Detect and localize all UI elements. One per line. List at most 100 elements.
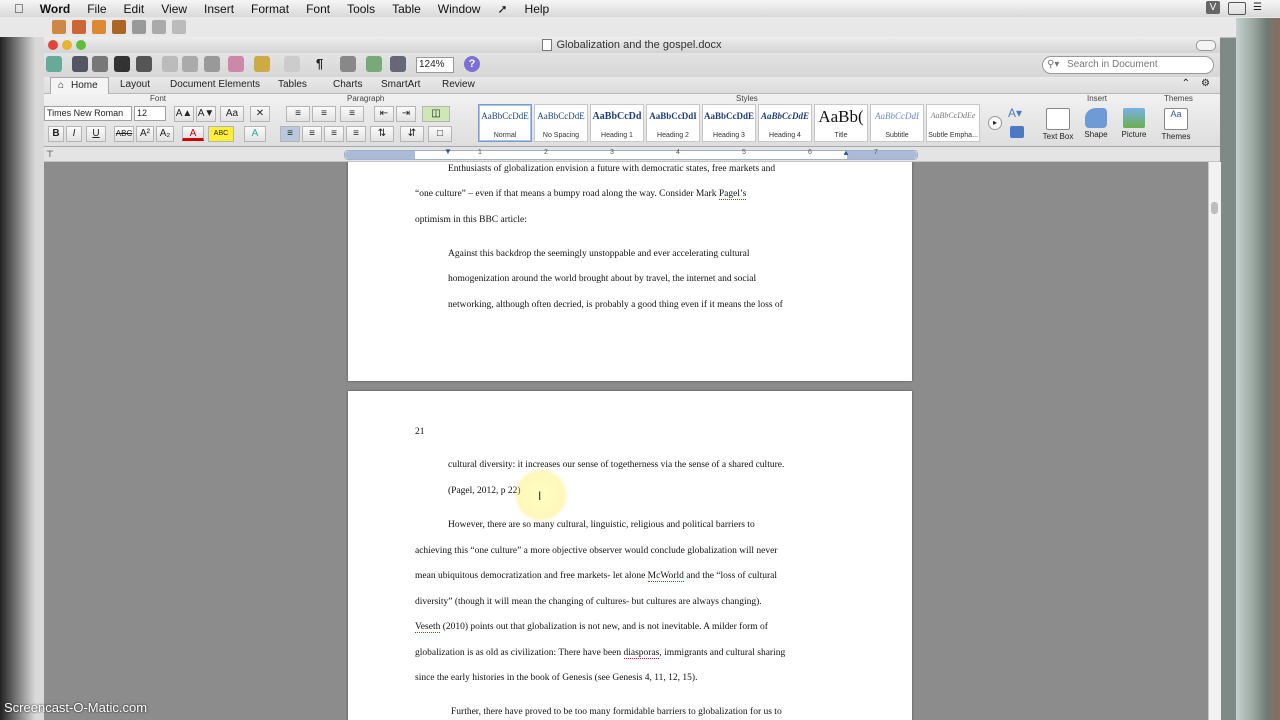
- indent-marker[interactable]: ▼: [444, 147, 452, 156]
- tab-layout[interactable]: Layout: [120, 78, 150, 92]
- clear-formatting-icon[interactable]: ✕: [250, 106, 270, 122]
- battery-icon[interactable]: [1228, 2, 1246, 15]
- font-color-button[interactable]: A: [182, 126, 204, 141]
- styles-pane-icon[interactable]: A▾: [1008, 106, 1028, 122]
- style-no-spacing[interactable]: AaBbCcDdE No Spacing: [534, 104, 588, 142]
- style-subtitle[interactable]: AaBbCcDdI Subtitle: [870, 104, 924, 142]
- justify-button[interactable]: ≡: [346, 126, 366, 142]
- launch-app-icon-6[interactable]: [152, 20, 166, 34]
- menu-format[interactable]: Format: [243, 2, 298, 16]
- menu-app-name[interactable]: Word: [32, 2, 79, 16]
- document-canvas[interactable]: Enthusiasts of globalization envision a …: [44, 162, 1208, 720]
- bullets-icon[interactable]: ≡: [286, 106, 310, 122]
- style-subtle-emphasis[interactable]: AaBbCcDdEe Subtle Empha...: [926, 104, 980, 142]
- menu-edit[interactable]: Edit: [116, 2, 154, 16]
- new-from-template-icon[interactable]: [46, 56, 62, 72]
- text-effects-button[interactable]: A: [244, 126, 266, 142]
- launch-app-icon-3[interactable]: [92, 20, 106, 34]
- menu-tools[interactable]: Tools: [339, 2, 384, 16]
- grow-font-icon[interactable]: A▲: [174, 106, 194, 122]
- launch-app-icon-4[interactable]: [112, 20, 126, 34]
- align-right-button[interactable]: ≡: [324, 126, 344, 142]
- style-normal[interactable]: AaBbCcDdE Normal: [478, 104, 532, 142]
- menu-help[interactable]: Help: [517, 2, 559, 16]
- menu-file[interactable]: File: [79, 2, 115, 16]
- new-document-icon[interactable]: [92, 56, 108, 72]
- zoom-select[interactable]: 124%: [416, 57, 454, 73]
- style-title[interactable]: AaBb(Title: [814, 104, 868, 142]
- align-center-button[interactable]: ≡: [302, 126, 322, 142]
- align-left-button[interactable]: ≡: [280, 126, 300, 142]
- style-heading-2[interactable]: AaBbCcDdI Heading 2: [646, 104, 700, 142]
- cut-icon[interactable]: [162, 56, 178, 72]
- increase-indent-icon[interactable]: ⇥: [396, 106, 416, 122]
- title-bar[interactable]: Globalization and the gospel.docx: [44, 37, 1220, 53]
- tab-review[interactable]: Review: [442, 78, 475, 92]
- menu-insert[interactable]: Insert: [196, 2, 243, 16]
- manage-styles-icon[interactable]: [1010, 126, 1024, 138]
- menu-view[interactable]: View: [153, 2, 196, 16]
- collapse-ribbon-icon[interactable]: ⌃: [1182, 78, 1190, 89]
- tab-document-elements[interactable]: Document Elements: [170, 78, 260, 92]
- font-size-select[interactable]: 12: [134, 106, 166, 121]
- tab-tables[interactable]: Tables: [278, 78, 307, 92]
- ribbon-settings-icon[interactable]: ⚙: [1201, 78, 1210, 89]
- wifi-icon[interactable]: ☰: [1253, 2, 1262, 13]
- sidebar-icon[interactable]: [340, 56, 356, 72]
- bold-button[interactable]: B: [48, 126, 64, 142]
- horizontal-ruler[interactable]: ▼ ▲ 1 2 3 4 5 6 7: [344, 147, 918, 160]
- italic-button[interactable]: I: [66, 126, 82, 142]
- page-previous[interactable]: Enthusiasts of globalization envision a …: [348, 162, 912, 381]
- toolbar-toggle-button[interactable]: [1196, 40, 1216, 51]
- undo-icon[interactable]: [254, 56, 270, 72]
- shrink-font-icon[interactable]: A▼: [196, 106, 216, 122]
- borders-icon[interactable]: □: [428, 126, 452, 142]
- menu-font[interactable]: Font: [298, 2, 339, 16]
- status-v-icon[interactable]: V: [1206, 1, 1220, 14]
- paste-icon[interactable]: [204, 56, 220, 72]
- launch-app-icon-2[interactable]: [72, 20, 86, 34]
- menu-window[interactable]: Window: [430, 2, 490, 16]
- redo-icon[interactable]: [284, 56, 300, 72]
- copy-icon[interactable]: [182, 56, 198, 72]
- superscript-button[interactable]: A²: [136, 126, 154, 142]
- tab-home[interactable]: ⌂ Home: [50, 77, 109, 94]
- vertical-scrollbar[interactable]: [1208, 162, 1221, 720]
- gallery-icon[interactable]: [72, 56, 88, 72]
- toolbox-icon[interactable]: [366, 56, 382, 72]
- font-name-select[interactable]: Times New Roman: [44, 106, 132, 121]
- columns-icon[interactable]: ◫: [422, 106, 450, 122]
- help-icon[interactable]: ?: [464, 56, 480, 72]
- apple-icon[interactable]: : [0, 1, 32, 16]
- multilevel-list-icon[interactable]: ≡: [340, 106, 364, 122]
- launch-app-icon-7[interactable]: [172, 20, 186, 34]
- script-menu-icon[interactable]: ➚: [489, 2, 516, 16]
- insert-text-box[interactable]: Text Box: [1040, 108, 1076, 141]
- line-spacing-icon[interactable]: ⇅: [370, 126, 394, 142]
- insert-shape[interactable]: Shape: [1078, 108, 1114, 139]
- media-browser-icon[interactable]: [390, 56, 406, 72]
- close-window-button[interactable]: [48, 40, 58, 50]
- subscript-button[interactable]: A₂: [156, 126, 174, 142]
- save-icon[interactable]: [114, 56, 130, 72]
- numbering-icon[interactable]: ≡: [312, 106, 336, 122]
- style-heading-1[interactable]: AaBbCcDd Heading 1: [590, 104, 644, 142]
- highlight-button[interactable]: ABC: [208, 126, 234, 142]
- insert-picture[interactable]: Picture: [1116, 108, 1152, 139]
- strikethrough-button[interactable]: ABC: [114, 126, 134, 142]
- style-heading-4[interactable]: AaBbCcDdE Heading 4: [758, 104, 812, 142]
- zoom-window-button[interactable]: [76, 40, 86, 50]
- decrease-indent-icon[interactable]: ⇤: [374, 106, 394, 122]
- launch-app-icon-1[interactable]: [52, 20, 66, 34]
- style-heading-3[interactable]: AaBbCcDdE Heading 3: [702, 104, 756, 142]
- scrollbar-thumb[interactable]: [1211, 202, 1218, 214]
- themes-button[interactable]: Aa Themes: [1158, 108, 1194, 141]
- format-painter-icon[interactable]: [228, 56, 244, 72]
- change-case-icon[interactable]: Aa: [220, 106, 244, 122]
- tab-charts[interactable]: Charts: [333, 78, 362, 92]
- right-indent-marker[interactable]: ▲: [842, 148, 850, 157]
- tab-smartart[interactable]: SmartArt: [381, 78, 420, 92]
- styles-next-icon[interactable]: ▸: [988, 116, 1002, 130]
- tab-stop-selector[interactable]: ⊤: [46, 149, 54, 160]
- page-current[interactable]: 21 cultural diversity: it increases our …: [348, 391, 912, 720]
